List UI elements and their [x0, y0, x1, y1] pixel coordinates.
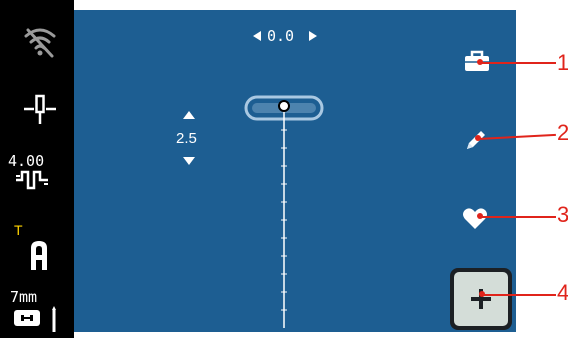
down-arrow-icon[interactable] [182, 156, 196, 166]
stitch-plate-icon[interactable] [12, 306, 64, 334]
wifi-off-icon[interactable] [20, 24, 60, 60]
foot-size-value: 7mm [10, 288, 38, 306]
callout-line-4 [482, 294, 556, 296]
presser-foot-a-icon[interactable] [28, 238, 50, 272]
stitch-length-value: 2.5 [176, 130, 197, 147]
favorite-heart-icon[interactable] [462, 206, 488, 230]
callout-dot-4 [479, 291, 485, 297]
left-arrow-icon[interactable] [252, 30, 262, 42]
thread-indicator-letter: T [14, 222, 23, 238]
stitch-preview [244, 95, 324, 328]
tension-icon[interactable] [14, 168, 50, 192]
needle-position-icon[interactable] [22, 92, 58, 126]
right-arrow-icon[interactable] [308, 30, 318, 42]
callout-line-1 [480, 62, 556, 64]
callout-dot-1 [477, 59, 483, 65]
up-arrow-icon[interactable] [182, 110, 196, 120]
callout-number-4: 4 [557, 280, 568, 305]
callout-dot-2 [475, 135, 481, 141]
callout-number-3: 3 [557, 202, 568, 227]
status-sidebar: 4.00 T 7mm [0, 0, 74, 338]
callout-number-1: 1 [557, 50, 568, 75]
add-button-face[interactable] [454, 272, 508, 326]
add-button[interactable] [450, 268, 512, 330]
offset-value: 0.0 [267, 27, 295, 45]
callout-line-3 [480, 216, 556, 218]
callout-number-2: 2 [557, 120, 568, 145]
callout-dot-3 [477, 213, 483, 219]
